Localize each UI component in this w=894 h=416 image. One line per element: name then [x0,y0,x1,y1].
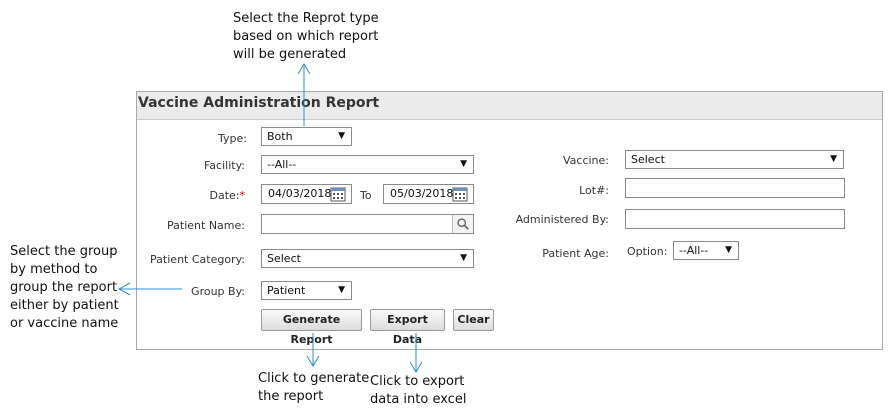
patient-category-select[interactable]: Select ▼ [261,249,474,268]
patient-name-input[interactable] [261,214,474,234]
lot-label: Lot#: [579,184,609,197]
facility-select[interactable]: --All-- ▼ [261,155,474,174]
vaccine-select[interactable]: Select ▼ [625,150,844,169]
date-from-field[interactable]: 04/03/2018 [261,184,352,204]
panel-header: Vaccine Administration Report [137,92,882,120]
group-by-select[interactable]: Patient ▼ [261,281,352,300]
type-label: Type: [218,132,247,145]
export-annotation: Click to export data into excel [370,374,467,407]
patient-name-label: Patient Name: [167,219,245,232]
patient-age-select[interactable]: --All-- ▼ [673,241,739,260]
calendar-icon[interactable] [452,186,468,202]
calendar-icon[interactable] [330,186,346,202]
generate-annotation: Click to generate the report [258,371,370,404]
date-to-label: To [360,189,372,202]
administered-by-label: Administered By: [515,213,609,226]
export-arrow-head [409,361,423,373]
date-to-value: 05/03/2018 [390,187,454,200]
group-by-label: Group By: [191,285,245,298]
date-from-value: 04/03/2018 [268,187,332,200]
patient-age-value: --All-- [679,244,709,257]
date-label-text: Date: [209,189,240,202]
chevron-down-icon: ▼ [338,131,345,141]
vaccine-select-value: Select [631,153,665,166]
patient-age-option-label: Option: [627,245,668,258]
type-select[interactable]: Both ▼ [261,127,352,146]
type-arrow-head [297,63,311,75]
group-by-value: Patient [267,284,306,297]
export-data-button[interactable]: Export Data [370,309,445,346]
clear-button[interactable]: Clear [453,309,494,331]
group-arrow-head [117,282,131,296]
type-annotation: Select the Reprot type based on which re… [233,11,379,62]
type-select-value: Both [267,130,293,143]
chevron-down-icon: ▼ [725,245,732,255]
date-to-field[interactable]: 05/03/2018 [383,184,474,204]
panel-title: Vaccine Administration Report [138,95,380,111]
facility-label: Facility: [203,159,245,172]
search-icon [457,218,469,230]
chevron-down-icon: ▼ [338,285,345,295]
date-label: Date:* [187,189,246,202]
administered-by-input[interactable] [625,209,845,229]
chevron-down-icon: ▼ [830,154,837,164]
required-mark: * [239,189,246,202]
generate-arrow-head [306,355,320,367]
patient-category-label: Patient Category: [150,253,245,266]
chevron-down-icon: ▼ [460,159,467,169]
report-panel: Vaccine Administration Report Type: Both… [136,91,883,350]
lot-input[interactable] [625,178,845,198]
facility-select-value: --All-- [267,158,297,171]
group-annotation: Select the group by method to group the … [10,244,119,331]
vaccine-label: Vaccine: [562,154,609,167]
patient-age-label: Patient Age: [542,247,609,260]
chevron-down-icon: ▼ [460,253,467,263]
search-button[interactable] [452,215,473,233]
generate-report-button[interactable]: Generate Report [261,309,362,346]
patient-category-value: Select [267,252,301,265]
